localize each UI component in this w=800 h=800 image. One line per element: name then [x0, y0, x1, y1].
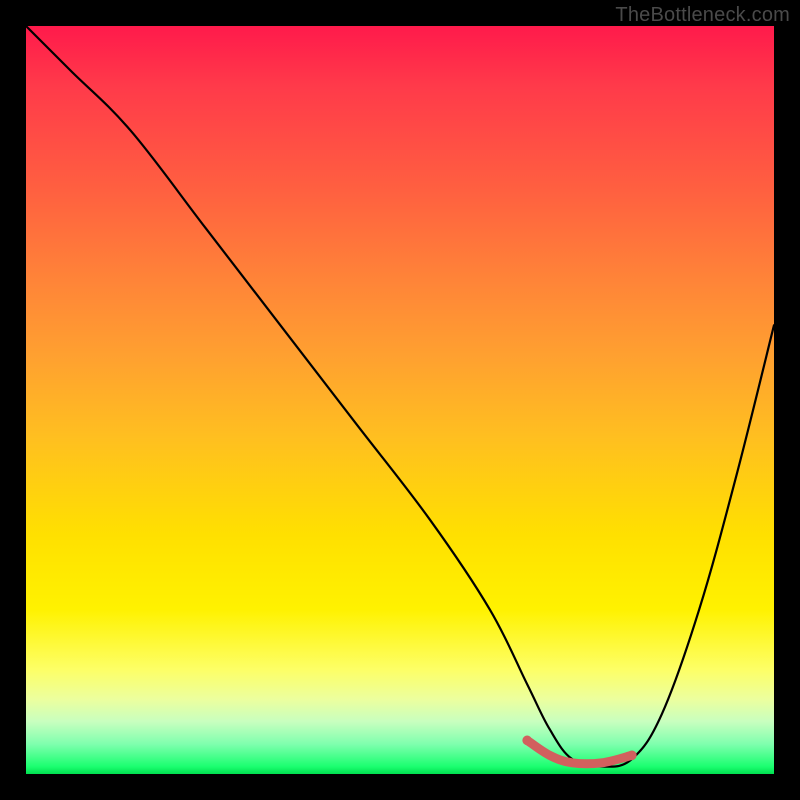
- chart-frame: TheBottleneck.com: [0, 0, 800, 800]
- plot-area: [26, 26, 774, 774]
- trough-highlight: [527, 740, 632, 763]
- bottleneck-curve: [26, 26, 774, 767]
- watermark-text: TheBottleneck.com: [615, 4, 790, 27]
- curve-layer: [26, 26, 774, 774]
